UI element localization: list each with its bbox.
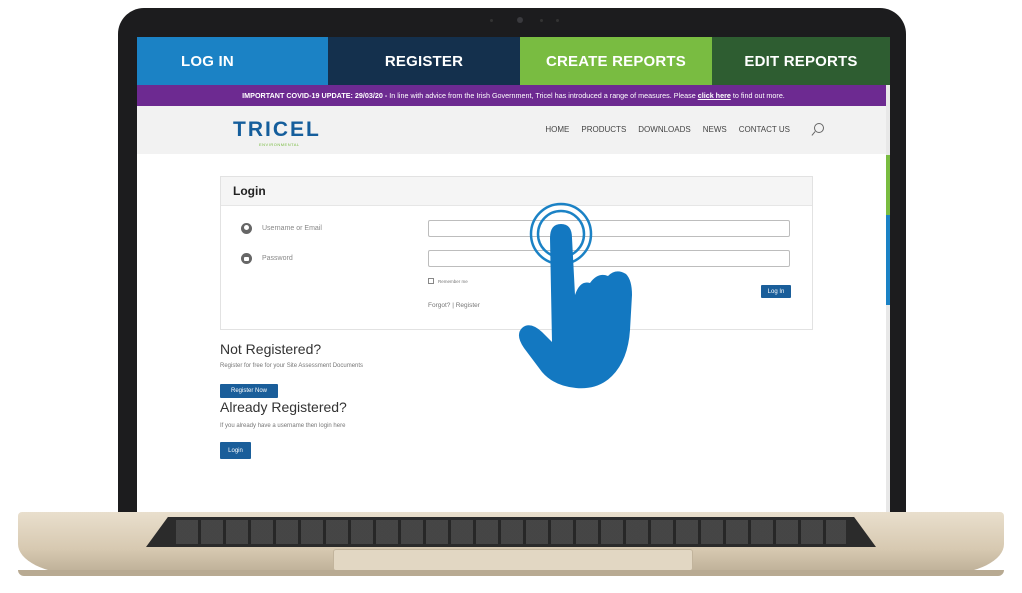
main-menu: HOME PRODUCTS DOWNLOADS NEWS CONTACT US [545,125,790,134]
tricel-logo[interactable]: TRICEL ENVIRONMENTAL [233,118,321,147]
not-registered-text: Register for free for your Site Assessme… [220,363,364,369]
already-registered-text: If you already have a username then logi… [220,423,346,429]
banner-prefix: IMPORTANT COVID-19 UPDATE: 29/03/20 - [242,91,388,100]
remember-me[interactable]: Remember me [428,278,468,284]
menu-home[interactable]: HOME [545,125,569,134]
banner-link[interactable]: click here [698,91,731,100]
tab-log-in[interactable]: LOG IN [137,37,328,85]
menu-contact-us[interactable]: CONTACT US [739,125,790,134]
covid-banner: IMPORTANT COVID-19 UPDATE: 29/03/20 - In… [137,85,890,106]
menu-news[interactable]: NEWS [703,125,727,134]
not-registered-title: Not Registered? [220,341,322,357]
laptop-screen: LOG IN REGISTER CREATE REPORTS EDIT REPO… [137,37,890,518]
scrollbar-accent [886,155,890,215]
keyboard [146,517,876,547]
log-in-button[interactable]: Log In [761,285,791,298]
banner-text: In line with advice from the Irish Gover… [387,91,698,100]
trackpad [333,549,693,571]
login-button[interactable]: Login [220,442,251,459]
forgot-link[interactable]: Forgot? [428,302,450,309]
lock-icon [241,253,252,264]
user-icon [241,223,252,234]
remember-label: Remember me [438,278,468,284]
link-separator: | [452,302,454,309]
username-label: Username or Email [262,225,322,232]
password-row: Password [241,253,293,264]
forgot-register-links: Forgot? | Register [428,302,480,309]
webcam [517,17,523,23]
password-label: Password [262,255,293,262]
username-row: Username or Email [241,223,322,234]
site-header: TRICEL ENVIRONMENTAL HOME PRODUCTS DOWNL… [137,106,890,154]
remember-checkbox[interactable] [428,278,434,284]
tab-register[interactable]: REGISTER [328,37,520,85]
search-icon[interactable] [814,123,824,133]
menu-downloads[interactable]: DOWNLOADS [638,125,690,134]
sensor-dot [556,19,559,22]
laptop-lip [18,570,1004,576]
register-link[interactable]: Register [456,302,480,309]
tap-hand-icon [518,202,632,389]
menu-products[interactable]: PRODUCTS [581,125,626,134]
logo-subtext: ENVIRONMENTAL [259,142,300,147]
tab-create-reports[interactable]: CREATE REPORTS [520,37,712,85]
top-navigation: LOG IN REGISTER CREATE REPORTS EDIT REPO… [137,37,890,85]
already-registered-title: Already Registered? [220,399,347,415]
logo-text: TRICEL [233,118,321,141]
tab-edit-reports[interactable]: EDIT REPORTS [712,37,890,85]
sensor-dot [540,19,543,22]
banner-suffix: to find out more. [730,91,785,100]
register-now-button[interactable]: Register Now [220,384,278,398]
sensor-dot [490,19,493,22]
